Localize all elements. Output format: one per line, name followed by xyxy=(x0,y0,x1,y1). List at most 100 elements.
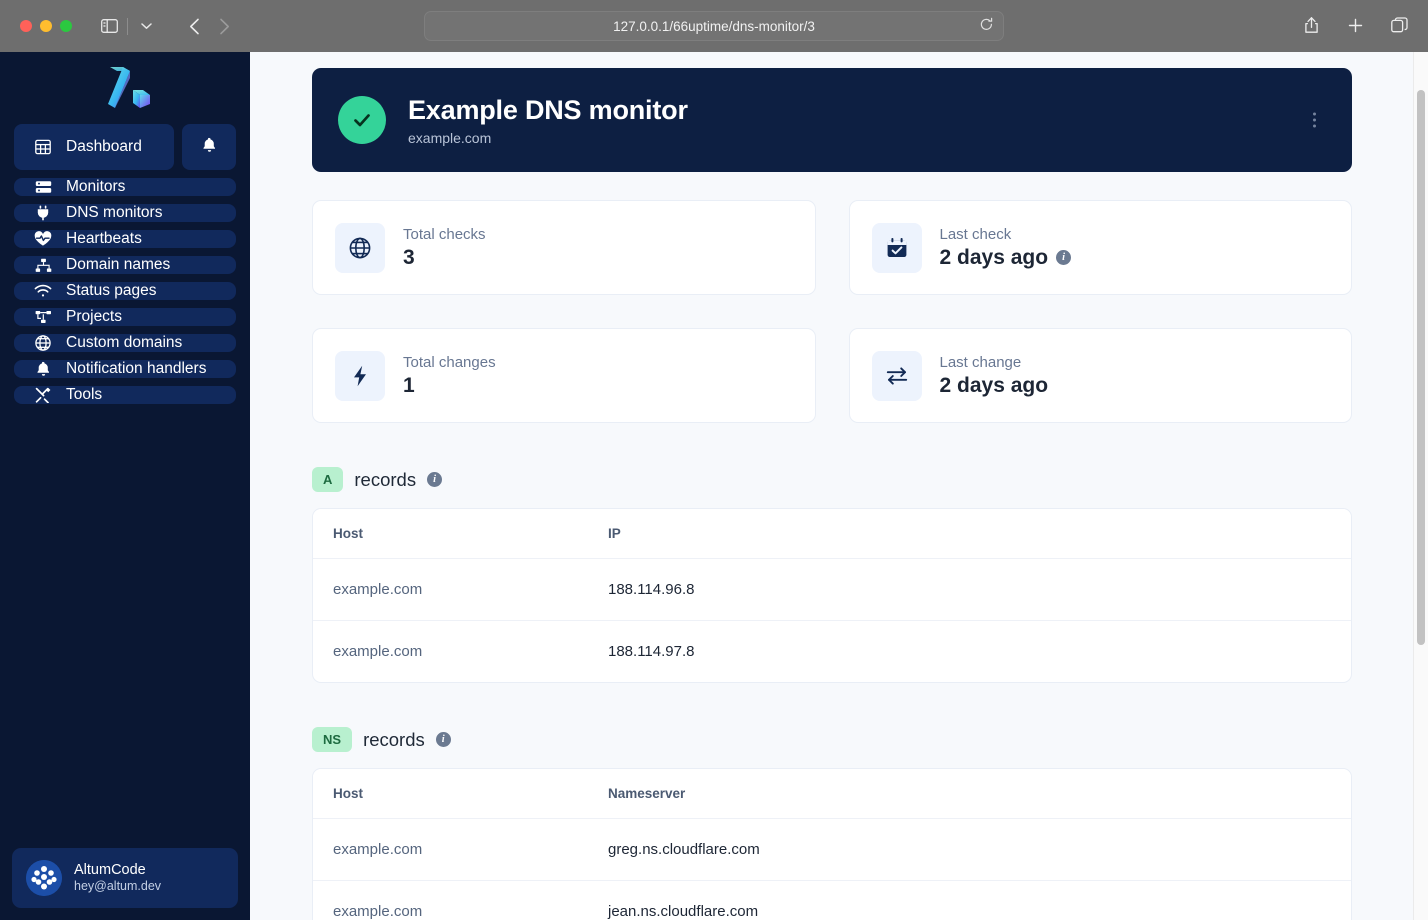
main-content: Example DNS monitor example.com Total ch… xyxy=(250,52,1428,920)
record-section-header: A records i xyxy=(312,467,1352,492)
sidebar-item-heartbeats[interactable]: Heartbeats xyxy=(14,230,236,248)
bell-icon xyxy=(202,137,217,158)
sidebar-nav-list: Dashboard Monitors DNS monitors Heartbea… xyxy=(0,124,250,404)
sidebar: Dashboard Monitors DNS monitors Heartbea… xyxy=(0,52,250,920)
page-scrollbar[interactable] xyxy=(1413,52,1428,920)
info-icon[interactable]: i xyxy=(1056,250,1072,265)
app-viewport: Dashboard Monitors DNS monitors Heartbea… xyxy=(0,52,1428,920)
record-section-title: records xyxy=(354,468,417,490)
table-row: example.com jean.ns.cloudflare.com xyxy=(313,881,1351,920)
minimize-window-button[interactable] xyxy=(40,20,52,32)
sitemap-icon xyxy=(32,258,54,273)
zoom-window-button[interactable] xyxy=(60,20,72,32)
monitor-titles: Example DNS monitor example.com xyxy=(408,95,688,146)
user-email: hey@altum.dev xyxy=(74,879,162,894)
monitor-subtitle: example.com xyxy=(408,129,492,146)
altum-logo-icon xyxy=(108,67,150,108)
close-window-button[interactable] xyxy=(20,20,32,32)
sidebar-item-dns-monitors[interactable]: DNS monitors xyxy=(14,204,236,222)
url-text: 127.0.0.1/66uptime/dns-monitor/3 xyxy=(613,18,815,34)
stat-card-last-change: Last change 2 days ago xyxy=(848,328,1352,423)
url-bar[interactable]: 127.0.0.1/66uptime/dns-monitor/3 xyxy=(424,11,1004,41)
cell-host: example.com xyxy=(313,818,588,881)
stats-grid: Total checks 3 Last check 2 days ago i T… xyxy=(312,200,1352,423)
column-header-host: Host xyxy=(313,769,588,819)
sidebar-notifications-button[interactable] xyxy=(182,124,236,170)
bolt-icon xyxy=(335,350,385,401)
stat-text: Last check 2 days ago i xyxy=(940,226,1072,270)
column-header-nameserver: Nameserver xyxy=(588,769,1351,819)
reload-icon[interactable] xyxy=(980,17,993,35)
sidebar-item-monitors[interactable]: Monitors xyxy=(14,178,236,196)
info-icon[interactable]: i xyxy=(427,472,443,487)
chevron-down-icon[interactable] xyxy=(131,12,161,40)
globe-icon xyxy=(335,222,385,273)
exchange-icon xyxy=(871,350,922,401)
plug-icon xyxy=(32,205,54,221)
cell-ip: 188.114.97.8 xyxy=(608,643,695,660)
browser-chrome: 127.0.0.1/66uptime/dns-monitor/3 xyxy=(0,0,1428,52)
stat-text: Total checks 3 xyxy=(403,226,486,270)
record-section-title: records xyxy=(363,728,425,750)
user-name: AltumCode xyxy=(74,862,146,879)
table-row: example.com 188.114.96.8 xyxy=(313,558,1351,621)
sidebar-item-status-pages[interactable]: Status pages xyxy=(14,282,236,300)
share-icon[interactable] xyxy=(1296,11,1326,39)
project-diagram-icon xyxy=(32,310,54,325)
heart-pulse-icon xyxy=(32,231,54,247)
sidebar-item-label: Domain names xyxy=(66,256,171,273)
stat-value-wrap: 1 xyxy=(403,374,496,398)
stat-label: Last check xyxy=(939,225,1012,243)
cell-host: example.com xyxy=(313,558,588,621)
wifi-icon xyxy=(32,284,54,298)
stat-card-total-checks: Total checks 3 xyxy=(312,200,816,295)
user-profile-card[interactable]: AltumCode hey@altum.dev xyxy=(12,848,238,908)
sidebar-item-projects[interactable]: Projects xyxy=(14,308,236,326)
sidebar-item-label: Status pages xyxy=(66,282,157,299)
browser-toolbar-right xyxy=(1296,11,1414,39)
table-row: example.com 188.114.97.8 xyxy=(313,621,1351,683)
grid-icon xyxy=(32,139,54,155)
bell-icon xyxy=(32,361,54,377)
table-header-row: Host Nameserver xyxy=(313,769,1351,819)
stat-value: 3 xyxy=(403,245,415,269)
chevron-left-icon[interactable] xyxy=(179,12,209,40)
sidebar-item-dashboard[interactable]: Dashboard xyxy=(14,124,174,170)
sidebar-item-label: DNS monitors xyxy=(66,204,163,221)
record-section-a: A records i Host IP example.com 188.114.… xyxy=(312,467,1352,683)
record-type-badge: A xyxy=(312,467,344,492)
tools-icon xyxy=(32,387,54,403)
page-scrollbar-thumb[interactable] xyxy=(1417,90,1425,645)
stat-text: Last change 2 days ago xyxy=(940,354,1049,398)
sidebar-toggle-icon[interactable] xyxy=(94,12,124,40)
sidebar-item-tools[interactable]: Tools xyxy=(14,386,236,404)
column-header-host: Host xyxy=(313,509,588,559)
record-section-header: NS records i xyxy=(312,727,1352,752)
sidebar-item-label: Tools xyxy=(66,386,103,403)
cell-nameserver: jean.ns.cloudflare.com xyxy=(608,903,759,920)
sidebar-row-dashboard: Dashboard xyxy=(14,124,236,170)
sidebar-item-label: Heartbeats xyxy=(66,230,142,247)
info-icon[interactable]: i xyxy=(435,732,451,747)
sidebar-item-label: Monitors xyxy=(66,178,126,195)
stat-card-total-changes: Total changes 1 xyxy=(312,328,816,423)
records-table: Host IP example.com 188.114.96.8 example… xyxy=(312,508,1352,683)
sidebar-item-label: Notification handlers xyxy=(66,360,207,377)
plus-icon[interactable] xyxy=(1340,11,1370,39)
cell-host: example.com xyxy=(333,903,423,920)
sidebar-item-domain-names[interactable]: Domain names xyxy=(14,256,236,274)
tab-overview-icon[interactable] xyxy=(1384,11,1414,39)
records-table: Host Nameserver example.com greg.ns.clou… xyxy=(312,768,1352,920)
kebab-menu-icon[interactable] xyxy=(1307,107,1322,134)
chevron-right-icon[interactable] xyxy=(209,12,239,40)
stat-value: 2 days ago xyxy=(939,373,1049,397)
cell-host: example.com xyxy=(333,643,423,660)
check-circle-icon xyxy=(338,96,386,144)
sidebar-item-custom-domains[interactable]: Custom domains xyxy=(14,334,236,352)
stat-text: Total changes 1 xyxy=(403,354,496,398)
stat-value-wrap: 3 xyxy=(403,246,486,270)
sidebar-item-notification-handlers[interactable]: Notification handlers xyxy=(14,360,236,378)
stat-value: 1 xyxy=(403,373,415,397)
record-section-ns: NS records i Host Nameserver example.com… xyxy=(312,727,1352,920)
brand-logo[interactable] xyxy=(0,52,250,124)
